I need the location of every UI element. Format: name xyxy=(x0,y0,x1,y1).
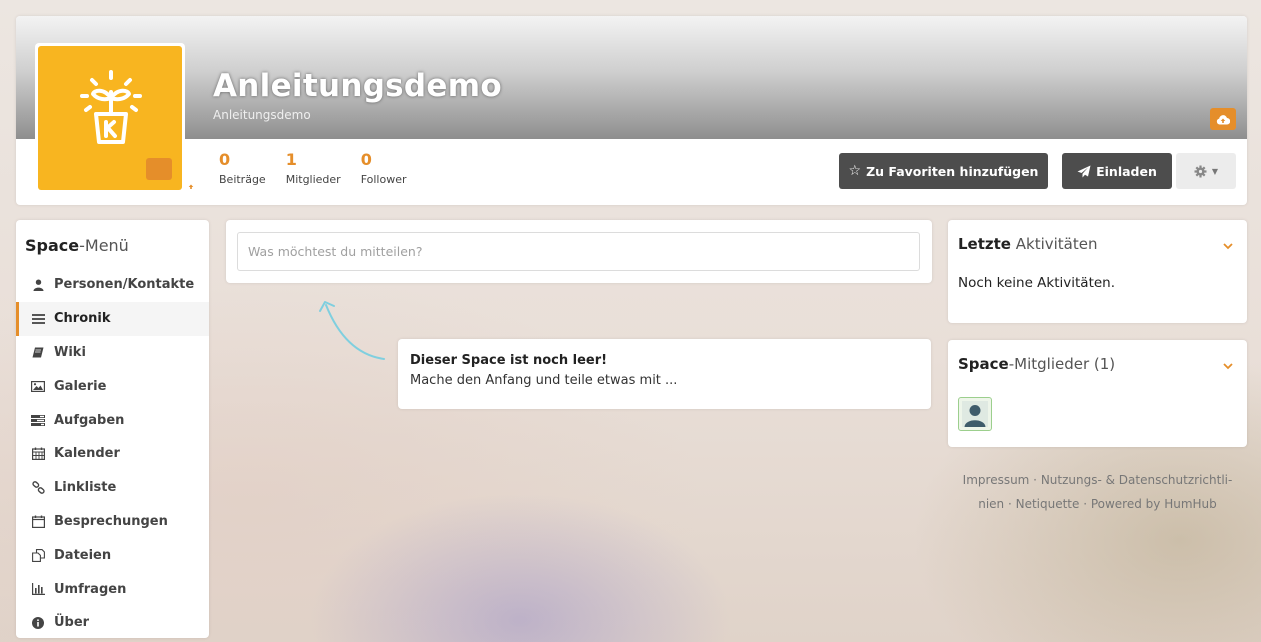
space-stats: 0 Beiträge 1 Mitglieder 0 Follower xyxy=(219,150,407,187)
post-composer: Was möchtest du mitteilen? xyxy=(226,220,932,283)
files-icon xyxy=(30,548,46,562)
stat-posts[interactable]: 0 Beiträge xyxy=(219,150,266,187)
members-title: Space-Mitglieder (1) xyxy=(958,355,1116,373)
empty-stream-text: Mache den Anfang und teile etwas mit ... xyxy=(410,373,678,388)
activities-title: Letzte Aktivitäten xyxy=(958,235,1098,253)
member-avatar[interactable] xyxy=(958,397,992,431)
menu-item-label: Umfragen xyxy=(54,581,127,597)
cloud-upload-icon xyxy=(184,181,198,191)
members-panel: Space-Mitglieder (1) xyxy=(948,340,1247,447)
menu-item-label: Personen/Kontakte xyxy=(54,277,195,293)
info-icon xyxy=(30,616,46,630)
invite-button[interactable]: Einladen xyxy=(1062,153,1172,189)
menu-item-polls[interactable]: Umfragen xyxy=(16,572,209,606)
default-user-avatar-icon xyxy=(962,401,988,427)
menu-item-calendar[interactable]: Kalender xyxy=(16,437,209,471)
space-title: Anleitungsdemo xyxy=(213,68,502,104)
menu-item-chronik[interactable]: Chronik xyxy=(16,301,209,336)
menu-item-files[interactable]: Dateien xyxy=(16,538,209,572)
banner-upload-button[interactable] xyxy=(1210,108,1236,130)
activities-panel: Letzte Aktivitäten Noch keine Aktivitäte… xyxy=(948,220,1247,323)
menu-item-gallery[interactable]: Galerie xyxy=(16,369,209,403)
menu-item-label: Dateien xyxy=(54,547,112,563)
calendar-icon xyxy=(30,447,46,461)
space-logo xyxy=(38,46,198,191)
bar-chart-icon xyxy=(30,582,46,596)
star-icon: ☆ xyxy=(848,163,862,179)
hint-arrow-icon xyxy=(319,301,385,360)
menu-item-linklist[interactable]: Linkliste xyxy=(16,471,209,505)
menu-item-tasks[interactable]: Aufgaben xyxy=(16,403,209,437)
menu-item-label: Aufgaben xyxy=(54,412,125,428)
add-favorite-label: Zu Favoriten hinzufügen xyxy=(866,163,1039,179)
menu-item-label: Kalender xyxy=(54,446,120,462)
menu-item-label: Chronik xyxy=(54,311,111,327)
book-icon xyxy=(30,345,46,359)
footer-links: Impressum · Nutzungs- & Datenschutzricht… xyxy=(948,468,1247,516)
footer-line-2[interactable]: nien · Netiquette · Powered by HumHub xyxy=(948,492,1247,516)
paper-plane-icon xyxy=(1077,165,1091,177)
invite-label: Einladen xyxy=(1096,163,1157,179)
caret-down-icon: ▼ xyxy=(1211,166,1219,176)
space-menu: Space-Menü Personen/Kontakte Chronik Wik… xyxy=(16,220,209,638)
plant-logo-icon xyxy=(80,70,142,144)
space-subtitle: Anleitungsdemo xyxy=(213,108,311,122)
menu-item-label: Galerie xyxy=(54,378,107,394)
menu-item-wiki[interactable]: Wiki xyxy=(16,336,209,370)
stat-label: Mitglieder xyxy=(285,173,341,186)
menu-item-label: Über xyxy=(54,615,90,631)
tasks-icon xyxy=(30,413,46,427)
footer-line-1[interactable]: Impressum · Nutzungs- & Datenschutzricht… xyxy=(948,468,1247,492)
empty-stream-notice: Dieser Space ist noch leer! Mache den An… xyxy=(398,339,931,409)
empty-stream-title: Dieser Space ist noch leer! xyxy=(410,353,608,368)
link-icon xyxy=(30,481,46,495)
avatar-upload-button[interactable] xyxy=(146,158,198,191)
banner-image: Anleitungsdemo Anleitungsdemo xyxy=(16,16,1247,139)
add-favorite-button[interactable]: ☆ Zu Favoriten hinzufügen xyxy=(839,153,1048,189)
menu-item-meetings[interactable]: Besprechungen xyxy=(16,505,209,539)
settings-dropdown-button[interactable]: ▼ xyxy=(1176,153,1236,189)
post-input[interactable]: Was möchtest du mitteilen? xyxy=(237,232,920,271)
space-avatar xyxy=(35,43,198,193)
stat-label: Follower xyxy=(360,173,407,186)
stat-followers[interactable]: 0 Follower xyxy=(360,150,407,187)
stat-value: 0 xyxy=(219,150,231,169)
space-header: Anleitungsdemo Anleitungsdemo 0 Beiträge… xyxy=(16,16,1247,205)
menu-item-label: Besprechungen xyxy=(54,513,168,529)
menu-item-about[interactable]: Über xyxy=(16,606,209,640)
activities-empty-text: Noch keine Aktivitäten. xyxy=(958,275,1116,291)
cloud-upload-icon xyxy=(1216,114,1230,124)
gear-icon xyxy=(1194,165,1207,177)
stat-members[interactable]: 1 Mitglieder xyxy=(285,150,341,187)
chevron-down-icon[interactable] xyxy=(1223,360,1233,373)
menu-item-members[interactable]: Personen/Kontakte xyxy=(16,268,209,302)
list-icon xyxy=(30,312,46,326)
space-menu-title: Space-Menü xyxy=(25,236,129,255)
stat-value: 0 xyxy=(360,150,372,169)
stat-label: Beiträge xyxy=(219,173,266,186)
menu-item-label: Wiki xyxy=(54,344,86,360)
image-icon xyxy=(30,379,46,393)
menu-item-label: Linkliste xyxy=(54,480,117,496)
stat-value: 1 xyxy=(285,150,297,169)
chevron-down-icon[interactable] xyxy=(1223,240,1233,253)
user-icon xyxy=(30,278,46,292)
calendar-blank-icon xyxy=(30,514,46,528)
